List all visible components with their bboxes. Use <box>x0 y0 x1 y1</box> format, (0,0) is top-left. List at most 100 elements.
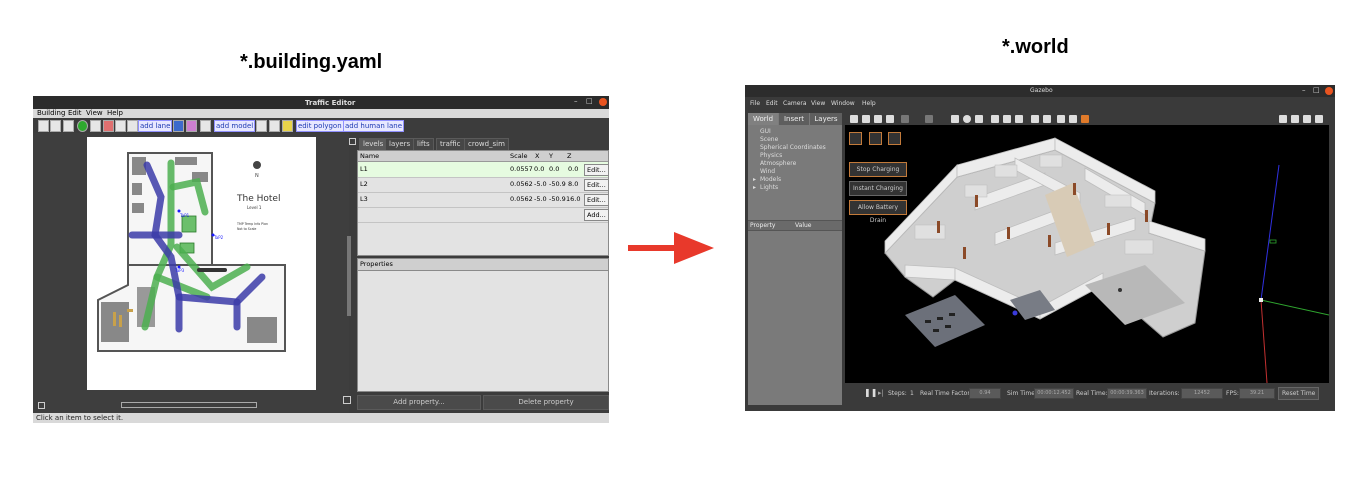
level-z: 8.0 <box>568 180 579 188</box>
undo-icon[interactable] <box>901 115 909 123</box>
minimize-icon[interactable]: – <box>574 97 578 105</box>
table-row[interactable]: L2 0.0562 -5.0 -50.9 8.0 Edit... <box>358 177 609 193</box>
tree-item-atmosphere[interactable]: Atmosphere <box>760 160 796 167</box>
add-fiducial-icon[interactable] <box>127 120 138 132</box>
edit-polygon-button[interactable]: edit polygon <box>296 120 344 132</box>
log-icon[interactable] <box>1291 115 1299 123</box>
scale-icon[interactable] <box>886 115 894 123</box>
menu-edit[interactable]: Edit <box>68 109 82 118</box>
col-y: Y <box>549 152 553 160</box>
move-tool-icon[interactable] <box>50 120 61 132</box>
tree-item-scene[interactable]: Scene <box>760 136 778 143</box>
maximize-icon[interactable]: □ <box>586 97 593 105</box>
record-icon[interactable] <box>1081 115 1089 123</box>
plugin-icon-1[interactable] <box>849 132 862 145</box>
add-camera-icon[interactable] <box>256 120 267 132</box>
select-mode-icon[interactable] <box>850 115 858 123</box>
table-row[interactable]: L3 0.0562 -5.0 -50.9 16.0 Edit... <box>358 192 609 208</box>
add-human-lane-button[interactable]: add human lane <box>343 120 405 132</box>
paste-icon[interactable] <box>1043 115 1051 123</box>
add-floor-icon[interactable] <box>173 120 184 132</box>
delete-property-button[interactable]: Delete property <box>483 395 609 410</box>
window-title: Traffic Editor <box>305 99 356 107</box>
add-polygon-icon[interactable] <box>282 120 293 132</box>
edit-level-button[interactable]: Edit... <box>584 179 609 191</box>
menu-view[interactable]: View <box>86 109 103 118</box>
menu-camera[interactable]: Camera <box>783 100 807 107</box>
menu-view[interactable]: View <box>811 100 825 107</box>
cylinder-icon[interactable] <box>975 115 983 123</box>
properties-table[interactable] <box>357 270 609 392</box>
traffic-editor-window: Traffic Editor – □ Building Edit View He… <box>33 96 609 423</box>
tree-item-wind[interactable]: Wind <box>760 168 775 175</box>
steps-value[interactable]: 1 <box>910 389 914 398</box>
point-light-icon[interactable] <box>991 115 999 123</box>
stop-charging-button[interactable]: Stop Charging <box>849 162 907 177</box>
menu-building[interactable]: Building <box>37 109 65 118</box>
plot-icon[interactable] <box>1303 115 1311 123</box>
add-property-button[interactable]: Add property... <box>357 395 481 410</box>
plan-note-1: TMP Temp Info Plan <box>236 222 268 226</box>
vertical-scrollbar[interactable] <box>347 236 351 316</box>
add-vertex-icon[interactable] <box>77 120 88 132</box>
close-icon[interactable] <box>599 98 607 106</box>
edit-level-button[interactable]: Edit... <box>584 194 609 206</box>
tab-layers[interactable]: Layers <box>810 113 842 125</box>
horizontal-scrollbar[interactable] <box>121 402 257 408</box>
floor-plan-map[interactable]: TaP1 TaP2 TaP3 N The Hotel Level 1 TMP T… <box>87 137 316 390</box>
tab-world[interactable]: World <box>748 113 778 125</box>
rotate-icon[interactable] <box>874 115 882 123</box>
plugin-icon-3[interactable] <box>888 132 901 145</box>
box-icon[interactable] <box>951 115 959 123</box>
add-model-button[interactable]: add model <box>214 120 256 132</box>
menu-help[interactable]: Help <box>107 109 123 118</box>
select-tool-icon[interactable] <box>38 120 49 132</box>
edit-level-button[interactable]: Edit... <box>584 164 609 176</box>
expand-arrow-icon[interactable]: ▸ <box>753 184 756 191</box>
tree-item-lights[interactable]: Lights <box>760 184 778 191</box>
3d-viewport[interactable] <box>845 125 1330 384</box>
pause-icon[interactable]: ❚❚ <box>864 389 877 397</box>
tree-item-gui[interactable]: GUI <box>760 128 771 135</box>
menu-help[interactable]: Help <box>862 100 876 107</box>
panel-float-icon[interactable] <box>349 138 356 145</box>
spot-light-icon[interactable] <box>1003 115 1011 123</box>
plugin-icon-2[interactable] <box>869 132 882 145</box>
screenshot-icon[interactable] <box>1279 115 1287 123</box>
minimize-icon[interactable]: – <box>1302 86 1306 94</box>
redo-icon[interactable] <box>925 115 933 123</box>
directional-light-icon[interactable] <box>1015 115 1023 123</box>
tree-item-models[interactable]: Models <box>760 176 781 183</box>
table-row[interactable]: L1 0.0557 0.0 0.0 0.0 Edit... <box>358 162 609 178</box>
add-lift-icon[interactable] <box>269 120 280 132</box>
expand-arrow-icon[interactable]: ▸ <box>753 176 756 183</box>
close-icon[interactable] <box>1325 87 1333 95</box>
floor-plan-page[interactable]: TaP1 TaP2 TaP3 N The Hotel Level 1 TMP T… <box>87 137 316 390</box>
add-measurement-icon[interactable] <box>115 120 126 132</box>
rotate-tool-icon[interactable] <box>63 120 74 132</box>
add-level-button[interactable]: Add... <box>584 209 609 221</box>
hotel-world-render[interactable] <box>845 125 1330 384</box>
translate-icon[interactable] <box>862 115 870 123</box>
menu-window[interactable]: Window <box>831 100 855 107</box>
tab-insert[interactable]: Insert <box>779 113 809 125</box>
add-door-icon[interactable] <box>103 120 114 132</box>
align-icon[interactable] <box>1057 115 1065 123</box>
instant-charging-button[interactable]: Instant Charging <box>849 181 907 196</box>
reset-time-button[interactable]: Reset Time <box>1278 387 1320 400</box>
maximize-icon[interactable]: □ <box>1313 86 1320 94</box>
video-icon[interactable] <box>1315 115 1323 123</box>
sphere-icon[interactable] <box>963 115 971 123</box>
step-icon[interactable]: ▸| <box>878 389 884 397</box>
allow-battery-drain-button[interactable]: Allow Battery Drain <box>849 200 907 224</box>
tree-item-spherical-coordinates[interactable]: Spherical Coordinates <box>760 144 826 151</box>
menu-file[interactable]: File <box>750 100 760 107</box>
snap-icon[interactable] <box>1069 115 1077 123</box>
copy-icon[interactable] <box>1031 115 1039 123</box>
add-roi-icon[interactable] <box>200 120 211 132</box>
tree-item-physics[interactable]: Physics <box>760 152 782 159</box>
menu-edit[interactable]: Edit <box>766 100 778 107</box>
add-wall-icon[interactable] <box>90 120 101 132</box>
add-hole-icon[interactable] <box>186 120 197 132</box>
add-lane-button[interactable]: add lane <box>138 120 173 132</box>
